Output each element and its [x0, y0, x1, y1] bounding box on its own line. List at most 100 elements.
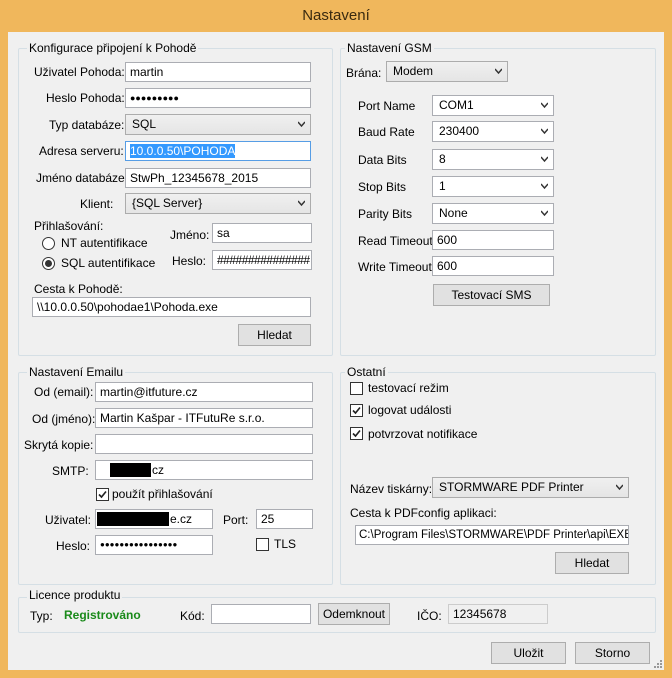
read-timeout-label: Read Timeout [358, 234, 433, 248]
pdfconfig-input[interactable]: C:\Program Files\STORMWARE\PDF Printer\a… [355, 525, 629, 545]
client-value: {SQL Server} [132, 196, 203, 210]
gateway-label: Brána: [346, 66, 382, 80]
license-code-input[interactable] [211, 604, 311, 624]
license-status: Registrováno [64, 608, 141, 622]
confirm-notifications-label[interactable]: potvrzovat notifikace [368, 427, 477, 441]
dbtype-label: Typ databáze: [49, 118, 125, 132]
smtp-user-redaction [97, 512, 169, 526]
unlock-button[interactable]: Odemknout [318, 603, 390, 625]
dbtype-value: SQL [132, 117, 157, 131]
dbname-input[interactable]: StwPh_12345678_2015 [125, 168, 311, 188]
bcc-input[interactable] [95, 434, 313, 454]
chevron-down-icon [541, 210, 548, 217]
window-title: Nastavení [302, 7, 370, 24]
db-user-input[interactable]: sa [212, 223, 312, 243]
pdfconfig-label: Cesta k PDFconfig aplikaci: [350, 506, 497, 520]
path-input[interactable]: \\10.0.0.50\pohodae1\Pohoda.exe [32, 297, 311, 317]
smtp-port-input[interactable]: 25 [256, 509, 313, 529]
chevron-down-icon [541, 102, 548, 109]
client-select[interactable]: {SQL Server} [125, 193, 311, 214]
stop-bits-value: 1 [439, 179, 446, 193]
gateway-select[interactable]: Modem [386, 61, 508, 82]
pohoda-password-label: Heslo Pohoda: [46, 91, 125, 105]
sql-auth-label[interactable]: SQL autentifikace [61, 256, 155, 270]
license-type-label: Typ: [30, 609, 53, 623]
use-login-label[interactable]: použít přihlašování [112, 487, 213, 501]
chevron-down-icon [541, 156, 548, 163]
chevron-down-icon [541, 183, 548, 190]
test-mode-checkbox[interactable] [350, 382, 363, 395]
from-email-input[interactable]: martin@itfuture.cz [95, 382, 313, 402]
from-name-label: Od (jméno): [32, 412, 96, 426]
ico-input: 12345678 [448, 604, 548, 624]
baud-rate-select[interactable]: 230400 [432, 121, 554, 142]
sql-auth-radio[interactable] [42, 257, 55, 270]
smtp-user-label: Uživatel: [45, 513, 92, 527]
dbname-label: Jméno databáze: [36, 171, 129, 185]
smtp-user-value: e.cz [170, 512, 193, 526]
from-email-label: Od (email): [34, 385, 94, 399]
client-label: Klient: [80, 197, 114, 211]
smtp-label: SMTP: [52, 464, 89, 478]
smtp-input[interactable]: cz [95, 460, 313, 480]
pohoda-user-label: Uživatel Pohoda: [34, 65, 125, 79]
dbtype-select[interactable]: SQL [125, 114, 311, 135]
stop-bits-select[interactable]: 1 [432, 176, 554, 197]
other-group-title: Ostatní [345, 365, 388, 379]
login-label: Přihlašování: [34, 219, 104, 233]
data-bits-select[interactable]: 8 [432, 149, 554, 170]
ico-label: IČO: [417, 609, 442, 623]
save-button[interactable]: Uložit [491, 642, 566, 664]
smtp-redaction [110, 463, 151, 477]
confirm-notifications-checkbox[interactable] [350, 427, 363, 440]
smtp-value: cz [152, 463, 164, 477]
smtp-port-label: Port: [223, 513, 249, 527]
chevron-down-icon [541, 128, 548, 135]
settings-window: Nastavení Konfigurace připojení k Pohodě… [0, 0, 672, 678]
log-events-checkbox[interactable] [350, 404, 363, 417]
server-input[interactable]: 10.0.0.50\POHODA [125, 141, 311, 161]
parity-bits-select[interactable]: None [432, 203, 554, 224]
data-bits-value: 8 [439, 152, 446, 166]
nt-auth-radio[interactable] [42, 237, 55, 250]
data-bits-label: Data Bits [358, 153, 407, 167]
smtp-user-input[interactable]: e.cz [95, 509, 213, 529]
tls-checkbox[interactable] [256, 538, 269, 551]
port-name-value: COM1 [439, 98, 474, 112]
use-login-checkbox[interactable] [96, 488, 109, 501]
from-name-input[interactable]: Martin Kašpar - ITFutuRe s.r.o. [95, 408, 313, 428]
chevron-down-icon [298, 200, 305, 207]
dialog-client-area: Konfigurace připojení k Pohodě Uživatel … [8, 32, 664, 670]
log-events-label[interactable]: logovat události [368, 403, 451, 417]
printer-select[interactable]: STORMWARE PDF Printer [432, 477, 629, 498]
pdfconfig-search-button[interactable]: Hledat [555, 552, 629, 574]
baud-rate-label: Baud Rate [358, 125, 415, 139]
db-user-label: Jméno: [170, 228, 210, 242]
printer-label: Název tiskárny: [350, 482, 433, 496]
pohoda-password-input[interactable]: ●●●●●●●●● [125, 88, 311, 108]
gsm-group-title: Nastavení GSM [345, 41, 434, 55]
read-timeout-input[interactable]: 600 [432, 230, 554, 250]
write-timeout-input[interactable]: 600 [432, 256, 554, 276]
pohoda-group-title: Konfigurace připojení k Pohodě [27, 41, 199, 55]
port-name-label: Port Name [358, 99, 416, 113]
db-password-input[interactable]: ############### [212, 250, 312, 270]
resize-grip-icon[interactable] [653, 659, 663, 669]
pohoda-user-input[interactable]: martin [125, 62, 311, 82]
port-name-select[interactable]: COM1 [432, 95, 554, 116]
parity-bits-label: Parity Bits [358, 207, 413, 221]
smtp-password-input[interactable]: ●●●●●●●●●●●●●●●● [95, 535, 213, 555]
path-label: Cesta k Pohodě: [34, 282, 123, 296]
chevron-down-icon [298, 121, 305, 128]
db-password-label: Heslo: [172, 254, 207, 268]
cancel-button[interactable]: Storno [575, 642, 650, 664]
test-sms-button[interactable]: Testovací SMS [433, 284, 550, 306]
smtp-password-label: Heslo: [56, 539, 91, 553]
nt-auth-label[interactable]: NT autentifikace [61, 236, 148, 250]
server-label: Adresa serveru: [39, 144, 124, 158]
pohoda-search-button[interactable]: Hledat [238, 324, 311, 346]
test-mode-label[interactable]: testovací režim [368, 381, 449, 395]
parity-bits-value: None [439, 206, 468, 220]
printer-value: STORMWARE PDF Printer [439, 480, 584, 494]
tls-label[interactable]: TLS [274, 537, 296, 551]
